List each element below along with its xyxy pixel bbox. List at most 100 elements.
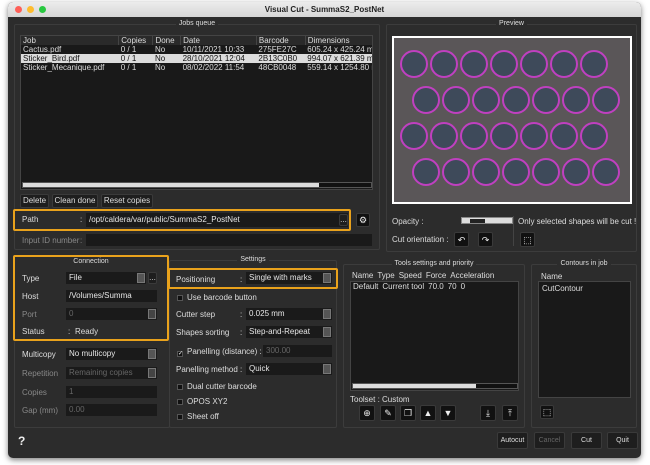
panelling-checkbox[interactable]: ✓ Panelling (distance) :	[177, 347, 262, 357]
tools-column-header[interactable]: Acceleration	[448, 271, 496, 280]
export-toolset-icon[interactable]: ⤒	[502, 405, 518, 421]
jobs-column-header[interactable]: Copies	[118, 36, 154, 45]
jobs-horizontal-scrollbar[interactable]	[22, 182, 372, 188]
sticker-shape[interactable]	[460, 122, 488, 150]
autocut-button[interactable]: Autocut	[497, 432, 528, 449]
sticker-shape[interactable]	[442, 158, 470, 186]
jobs-column-header[interactable]: Dimensions	[305, 36, 372, 45]
sticker-shape[interactable]	[430, 50, 458, 78]
tools-table[interactable]: Default Current tool 70.0 70 0	[350, 281, 519, 391]
sticker-shape[interactable]	[472, 86, 500, 114]
sheet-off-label: Sheet off	[187, 412, 219, 421]
preview-canvas[interactable]	[392, 36, 632, 204]
job-row[interactable]: Sticker_Mecanique.pdf 0 / 1 No 08/02/2022 1…	[21, 63, 372, 72]
sticker-shape[interactable]	[520, 122, 548, 150]
move-up-icon[interactable]: ▲	[420, 405, 436, 421]
dual-cutter-checkbox[interactable]: Dual cutter barcode	[177, 382, 257, 391]
tools-column-header[interactable]: Speed	[397, 271, 424, 280]
sticker-shape[interactable]	[580, 50, 608, 78]
zoom-window-button[interactable]	[39, 6, 46, 13]
cancel-button[interactable]: Cancel	[534, 432, 565, 449]
tools-horizontal-scrollbar[interactable]	[352, 383, 518, 389]
duplicate-tool-icon[interactable]: ❐	[400, 405, 416, 421]
contour-item[interactable]: CutContour	[539, 282, 630, 295]
jobs-column-header[interactable]: Done	[152, 36, 182, 45]
sticker-shape[interactable]	[490, 122, 518, 150]
job-cell: Sticker_Bird.pdf	[23, 54, 80, 63]
sticker-shape[interactable]	[562, 86, 590, 114]
cutter-step-select[interactable]: 0.025 mm	[246, 308, 332, 320]
gear-icon[interactable]: ⚙	[356, 213, 370, 227]
sticker-shape[interactable]	[502, 86, 530, 114]
sticker-shape[interactable]	[520, 50, 548, 78]
use-barcode-checkbox[interactable]: Use barcode button	[177, 293, 257, 302]
sticker-shape[interactable]	[562, 158, 590, 186]
rotate-left-icon[interactable]: ↶	[454, 232, 469, 247]
host-input[interactable]: /Volumes/Summa	[66, 290, 157, 302]
job-row[interactable]: Sticker_Bird.pdf 0 / 1 No 28/10/2021 12:04 2…	[21, 54, 372, 63]
clean-done-button[interactable]: Clean done	[52, 194, 98, 208]
main-window: Visual Cut - SummaS2_PostNet Jobs queue …	[8, 2, 641, 458]
sticker-shape[interactable]	[412, 86, 440, 114]
panelling-method-select[interactable]: Quick	[246, 363, 332, 375]
opacity-slider[interactable]	[461, 217, 513, 224]
rotate-right-icon[interactable]: ↷	[478, 232, 493, 247]
copies-stepper[interactable]: 1	[66, 386, 157, 398]
type-browse-button[interactable]: ...	[148, 272, 157, 284]
sticker-shape[interactable]	[400, 50, 428, 78]
import-toolset-icon[interactable]: ⤓	[480, 405, 496, 421]
move-down-icon[interactable]: ▼	[440, 405, 456, 421]
sticker-shape[interactable]	[442, 86, 470, 114]
help-button[interactable]: ?	[18, 434, 25, 448]
jobs-table[interactable]: JobCopiesDoneDateBarcodeDimensionsPrinCa…	[20, 35, 373, 190]
sticker-shape[interactable]	[592, 158, 620, 186]
type-label: Type	[22, 274, 40, 283]
path-browse-button[interactable]: ...	[339, 214, 348, 226]
sticker-shape[interactable]	[580, 122, 608, 150]
sheet-off-checkbox[interactable]: Sheet off	[177, 412, 219, 421]
select-shapes-icon[interactable]: ⬚	[520, 232, 535, 247]
repetition-select[interactable]: Remaining copies	[66, 367, 157, 379]
panelling-distance-stepper[interactable]: 300.00	[263, 345, 332, 357]
jobs-column-header[interactable]: Barcode	[256, 36, 306, 45]
type-select[interactable]: File	[66, 272, 146, 284]
sticker-shape[interactable]	[490, 50, 518, 78]
minimize-window-button[interactable]	[27, 6, 34, 13]
add-tool-icon[interactable]: ⊕	[359, 405, 375, 421]
contours-list[interactable]: CutContour	[538, 281, 631, 398]
close-window-button[interactable]	[15, 6, 22, 13]
quit-button[interactable]: Quit	[607, 432, 638, 449]
gap-stepper[interactable]: 0.00	[66, 404, 157, 416]
positioning-select[interactable]: Single with marks	[246, 272, 332, 284]
select-contour-icon[interactable]: ⬚	[540, 405, 554, 419]
tools-column-header[interactable]: Type	[375, 271, 396, 280]
job-cell: 08/02/2022 11:54	[182, 63, 245, 72]
sticker-shape[interactable]	[550, 122, 578, 150]
tool-row[interactable]: Default Current tool 70.0 70 0	[351, 282, 467, 291]
sticker-shape[interactable]	[532, 86, 560, 114]
opos-checkbox[interactable]: OPOS XY2	[177, 397, 227, 406]
jobs-column-header[interactable]: Date	[180, 36, 257, 45]
port-select[interactable]: 0	[66, 308, 157, 320]
sticker-shape[interactable]	[400, 122, 428, 150]
delete-button[interactable]: Delete	[20, 194, 49, 208]
sticker-shape[interactable]	[532, 158, 560, 186]
sticker-shape[interactable]	[472, 158, 500, 186]
path-input[interactable]: /opt/caldera/var/public/SummaS2_PostNet	[86, 213, 348, 227]
sticker-shape[interactable]	[550, 50, 578, 78]
sticker-shape[interactable]	[430, 122, 458, 150]
sticker-shape[interactable]	[412, 158, 440, 186]
jobs-column-header[interactable]: Job	[21, 36, 120, 45]
sticker-shape[interactable]	[502, 158, 530, 186]
cut-button[interactable]: Cut	[571, 432, 602, 449]
multicopy-select[interactable]: No multicopy	[66, 348, 157, 360]
sticker-shape[interactable]	[460, 50, 488, 78]
shapes-sorting-select[interactable]: Step-and-Repeat	[246, 326, 332, 338]
edit-tool-icon[interactable]: ✎	[380, 405, 396, 421]
reset-copies-button[interactable]: Reset copies	[101, 194, 153, 208]
tools-column-header[interactable]: Force	[424, 271, 448, 280]
job-row[interactable]: Cactus.pdf 0 / 1 No 10/11/2021 10:33 275FE27…	[21, 45, 372, 54]
sticker-shape[interactable]	[592, 86, 620, 114]
tools-column-header[interactable]: Name	[350, 271, 375, 280]
input-id-field[interactable]	[86, 234, 372, 246]
